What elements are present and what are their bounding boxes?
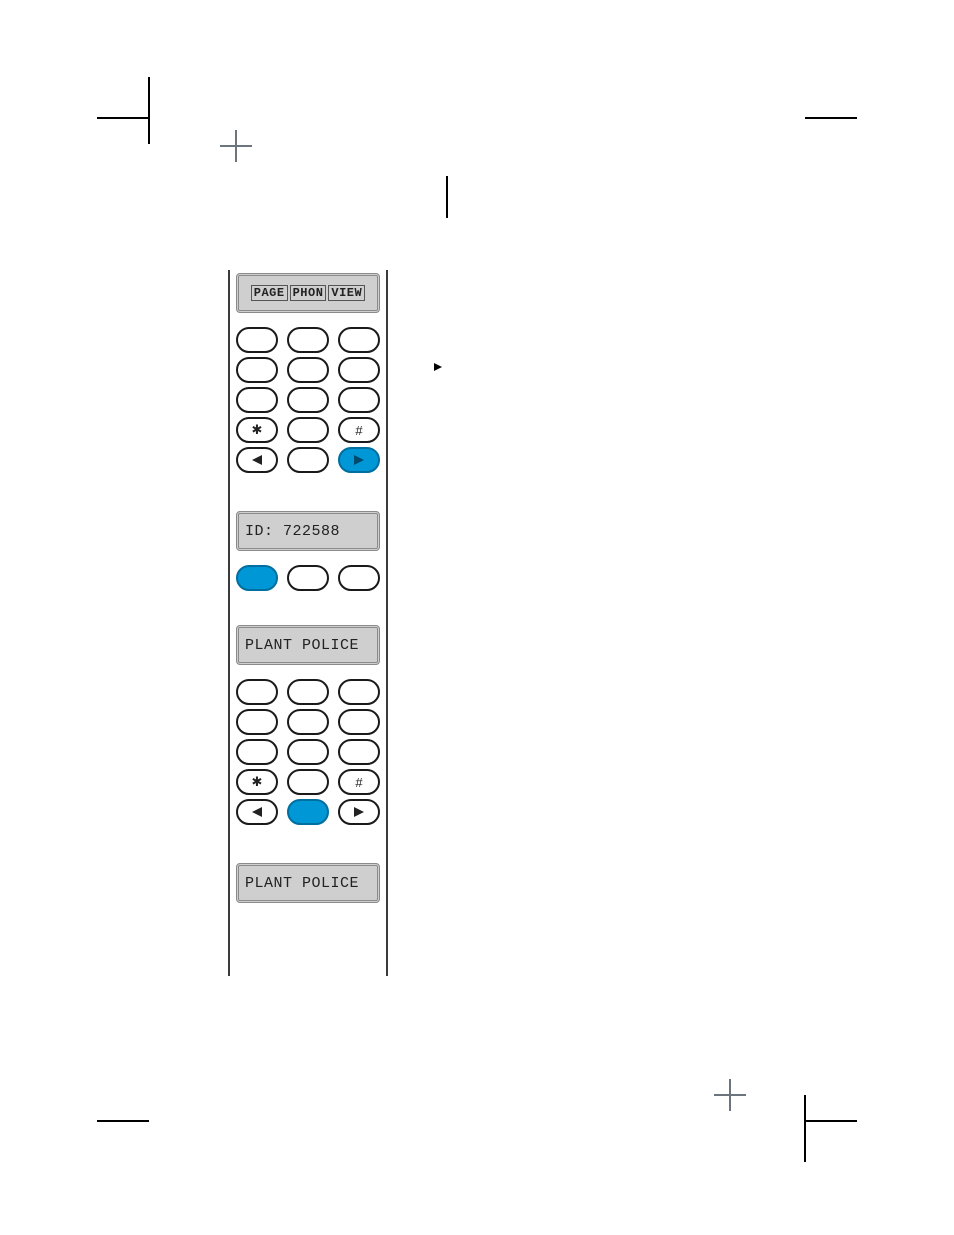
lcd-display: ID: 722588 <box>236 511 380 551</box>
crop-mark <box>804 1095 806 1162</box>
lcd-segment: PHON <box>290 285 327 301</box>
key-hash[interactable]: # <box>338 417 380 443</box>
key-4[interactable] <box>236 357 278 383</box>
key-5[interactable] <box>287 709 329 735</box>
keypad-partial <box>236 565 380 591</box>
key-4[interactable] <box>236 709 278 735</box>
arrow-left-icon <box>252 807 262 817</box>
step-2: ID: 722588 <box>228 503 388 603</box>
key-9[interactable] <box>338 387 380 413</box>
key-right[interactable] <box>338 447 380 473</box>
key-2[interactable] <box>287 679 329 705</box>
key-2[interactable] <box>287 327 329 353</box>
lcd-segment: PAGE <box>251 285 288 301</box>
key-menu[interactable] <box>287 799 329 825</box>
arrow-right-icon <box>354 807 364 817</box>
key-1[interactable] <box>236 565 278 591</box>
lcd-text: PLANT POLICE <box>245 875 359 892</box>
registration-mark <box>220 130 252 162</box>
key-left[interactable] <box>236 447 278 473</box>
instruction-column: PAGE PHON VIEW ✱ # <box>228 270 388 976</box>
crop-mark <box>97 117 149 119</box>
keypad: ✱ # <box>236 679 380 825</box>
key-5[interactable] <box>287 357 329 383</box>
key-7[interactable] <box>236 739 278 765</box>
top-center-mark <box>446 176 448 218</box>
crop-mark <box>805 117 857 119</box>
step-3: PLANT POLICE ✱ # <box>228 617 388 837</box>
crop-mark <box>148 77 150 144</box>
key-0[interactable] <box>287 769 329 795</box>
step-4: PLANT POLICE <box>228 855 388 911</box>
key-2[interactable] <box>287 565 329 591</box>
lcd-text: ID: 722588 <box>245 523 340 540</box>
crop-mark <box>805 1120 857 1122</box>
lcd-display: PLANT POLICE <box>236 625 380 665</box>
key-6[interactable] <box>338 709 380 735</box>
key-1[interactable] <box>236 327 278 353</box>
pointer-icon <box>434 358 442 376</box>
key-8[interactable] <box>287 387 329 413</box>
key-star[interactable]: ✱ <box>236 769 278 795</box>
key-left[interactable] <box>236 799 278 825</box>
key-star[interactable]: ✱ <box>236 417 278 443</box>
lcd-text: PLANT POLICE <box>245 637 359 654</box>
key-8[interactable] <box>287 739 329 765</box>
step-1: PAGE PHON VIEW ✱ # <box>228 270 388 485</box>
arrow-left-icon <box>252 455 262 465</box>
lcd-display: PLANT POLICE <box>236 863 380 903</box>
key-9[interactable] <box>338 739 380 765</box>
key-3[interactable] <box>338 565 380 591</box>
key-hash[interactable]: # <box>338 769 380 795</box>
arrow-right-icon <box>354 455 364 465</box>
key-3[interactable] <box>338 327 380 353</box>
key-1[interactable] <box>236 679 278 705</box>
keypad: ✱ # <box>236 327 380 473</box>
crop-mark <box>97 1120 149 1122</box>
key-7[interactable] <box>236 387 278 413</box>
lcd-display: PAGE PHON VIEW <box>236 273 380 313</box>
key-right[interactable] <box>338 799 380 825</box>
key-6[interactable] <box>338 357 380 383</box>
key-0[interactable] <box>287 417 329 443</box>
key-3[interactable] <box>338 679 380 705</box>
key-menu[interactable] <box>287 447 329 473</box>
registration-mark <box>714 1079 746 1111</box>
lcd-segment: VIEW <box>328 285 365 301</box>
